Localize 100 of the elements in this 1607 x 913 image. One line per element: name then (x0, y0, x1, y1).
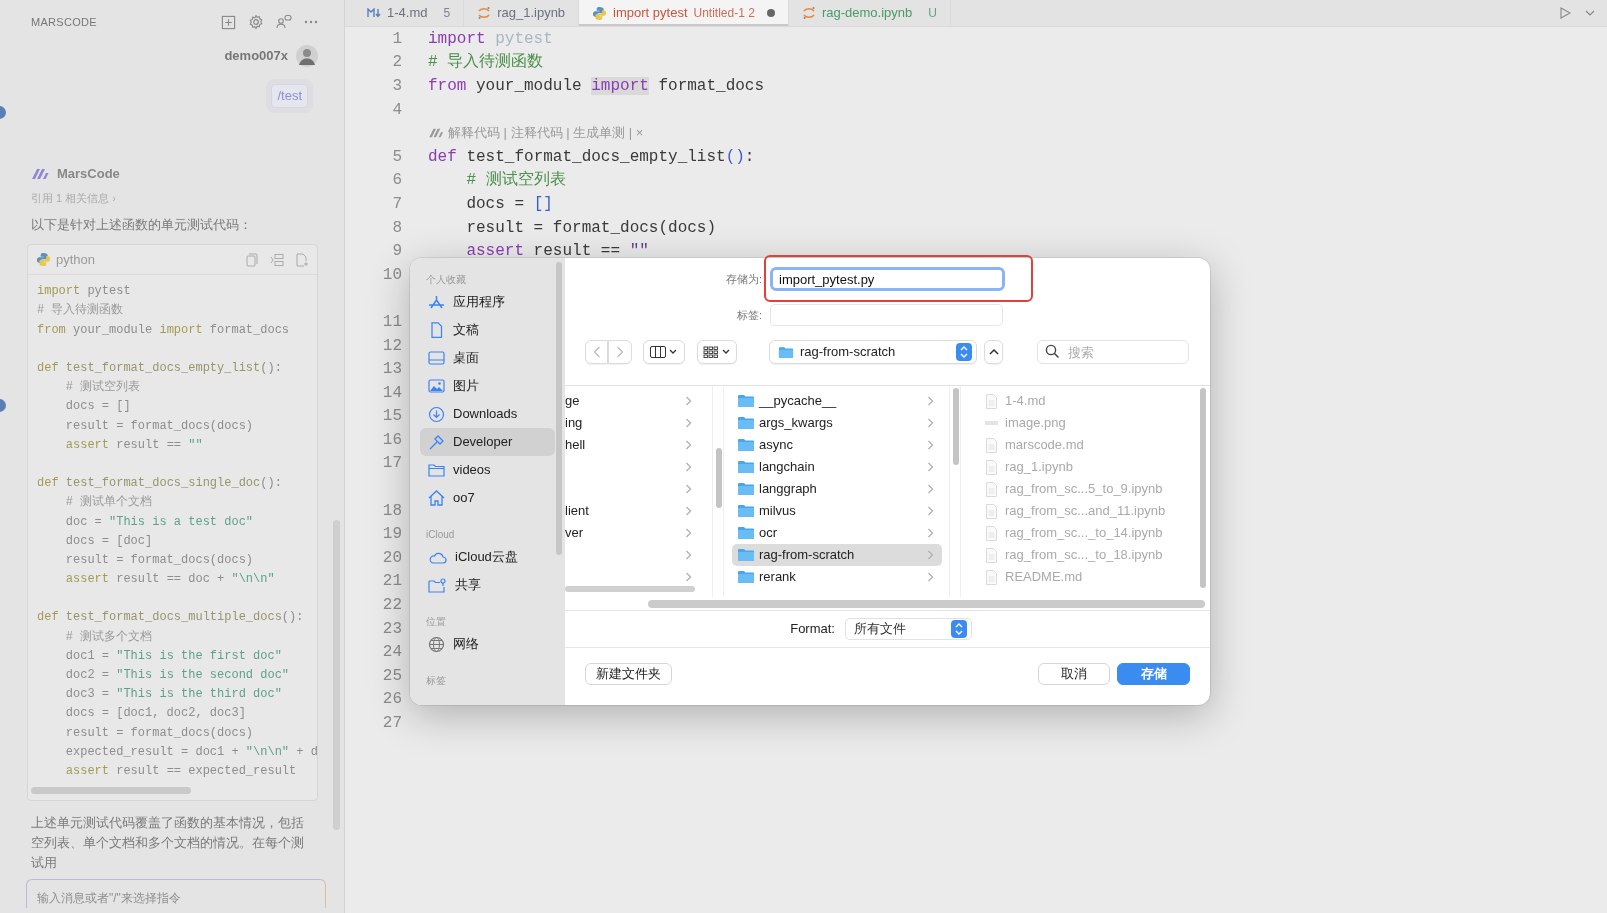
scrollbar-thumb[interactable] (648, 600, 1205, 608)
diff-icon[interactable] (270, 252, 284, 267)
folder-item[interactable]: rerank (732, 566, 942, 588)
folder-item[interactable]: ge (565, 390, 712, 412)
folder-item[interactable]: ver (565, 522, 712, 544)
file-icon (985, 420, 998, 426)
code-line: result = format_docs(docs) (465, 217, 717, 239)
scrollbar-thumb[interactable] (556, 262, 562, 555)
filename-field[interactable]: import_pytest.py (770, 267, 1005, 291)
tab-label: rag_1.ipynb (497, 4, 566, 23)
line-number: 20 (381, 547, 402, 569)
line-number: 27 (381, 713, 402, 734)
file-icon (985, 459, 998, 475)
code-line: doc3 = "This is the third doc" (64, 686, 283, 704)
sidebar-item[interactable]: 桌面 (420, 344, 555, 372)
tab-label: import pytest (613, 4, 688, 23)
field-label: 标签: (735, 307, 762, 323)
folder-item[interactable]: async (732, 434, 942, 456)
chevron-icon[interactable] (1585, 10, 1595, 16)
code-line: def test_format_docs_empty_list(): (428, 146, 755, 168)
folder-item[interactable]: langchain (732, 456, 942, 478)
tab-status: 5 (443, 5, 451, 22)
scrollbar-thumb[interactable] (565, 586, 695, 592)
more-icon[interactable] (304, 20, 318, 24)
folder-item[interactable]: __pycache__ (732, 390, 942, 412)
insert-file-icon[interactable] (296, 252, 309, 267)
play-icon[interactable] (1559, 7, 1571, 19)
chevron-icon (685, 528, 692, 538)
section-heading: 标签 (425, 674, 447, 688)
code-line: # 导入待测函数 (37, 302, 125, 320)
folder-icon (428, 463, 445, 477)
sidebar-item[interactable]: 应用程序 (420, 288, 555, 316)
chevron-up-icon (988, 349, 999, 355)
code-line: def test_format_docs_empty_list(): (37, 360, 283, 377)
hammer-icon (428, 433, 445, 451)
search-icon (1045, 344, 1060, 359)
tags-field[interactable] (770, 304, 1003, 326)
code-line: def test_format_docs_multiple_docs(): (37, 609, 305, 627)
python-icon (36, 252, 51, 268)
python-icon (592, 5, 608, 21)
scrollbar-thumb[interactable] (716, 448, 722, 508)
download-icon (428, 405, 445, 423)
sidebar-item[interactable]: 文稿 (420, 316, 555, 344)
back-button[interactable] (585, 340, 608, 364)
scrollbar-thumb[interactable] (1200, 388, 1206, 588)
folder-item[interactable]: ocr (732, 522, 942, 544)
line-number: 12 (381, 335, 402, 357)
folder-item[interactable]: milvus (732, 500, 942, 522)
sidebar-item[interactable]: 图片 (420, 372, 555, 400)
sidebar-item[interactable]: iCloud云盘 (420, 543, 555, 571)
search-field[interactable]: 搜索 (1037, 340, 1189, 364)
location-label: rag-from-scratch (800, 343, 896, 362)
line-number: 7 (391, 193, 402, 215)
sidebar-item[interactable]: oo7 (420, 484, 555, 512)
chevron-icon (927, 440, 934, 450)
folder-item[interactable]: rag-from-scratch (732, 544, 942, 566)
sidebar-item[interactable]: 共享 (420, 571, 555, 599)
stepper-icon (951, 620, 967, 638)
line-number: 14 (381, 382, 402, 404)
dialog-button[interactable]: 取消 (1038, 663, 1110, 685)
up-button[interactable] (984, 340, 1003, 364)
folder-item[interactable]: args_kwargs (732, 412, 942, 434)
line-number: 15 (381, 406, 402, 428)
stepper-icon (956, 343, 972, 361)
tab-detail: Untitled-1 2 (693, 5, 755, 22)
file-icon (985, 393, 998, 409)
people-icon[interactable] (276, 14, 292, 30)
message-input[interactable]: 输入消息或者"/"来选择指令 (26, 879, 326, 909)
editor-tab[interactable]: 1-4.md 5 (345, 0, 465, 26)
file-icon (985, 503, 998, 519)
sidebar-item[interactable]: Developer (420, 428, 555, 456)
line-number: 8 (391, 217, 402, 239)
sidebar-item[interactable]: Downloads (420, 400, 555, 428)
settings-icon[interactable] (248, 14, 264, 30)
folder-item[interactable]: hell (565, 434, 712, 456)
editor-tab[interactable]: import pytest Untitled-1 2 (579, 0, 789, 26)
copy-icon[interactable] (246, 252, 258, 267)
column-view-button[interactable] (643, 340, 685, 364)
home-icon (428, 490, 445, 506)
line-number: 13 (381, 359, 402, 381)
line-number: 17 (381, 453, 402, 475)
scrollbar-thumb[interactable] (31, 787, 191, 795)
new-chat-icon[interactable] (221, 14, 236, 30)
group-button[interactable] (697, 340, 737, 364)
location-dropdown[interactable]: rag-from-scratch (769, 340, 977, 364)
message-text: 以下是针对上述函数的单元测试代码： (31, 216, 253, 234)
chevron-icon (685, 418, 692, 428)
folder-item[interactable]: lient (565, 500, 712, 522)
code-line: result = format_docs(docs) (64, 551, 255, 569)
folder-item[interactable]: langgraph (732, 478, 942, 500)
sidebar-item[interactable]: 网络 (420, 630, 555, 658)
code-line: doc1 = "This is the first doc" (64, 647, 283, 665)
dialog-button[interactable]: 新建文件夹 (585, 663, 672, 685)
chevron-icon (927, 484, 934, 494)
forward-button[interactable] (608, 340, 632, 364)
scrollbar-thumb[interactable] (953, 388, 959, 465)
line-number: 9 (391, 241, 402, 263)
format-dropdown[interactable]: 所有文件 (845, 618, 972, 640)
folder-item[interactable]: ing (565, 412, 712, 434)
sidebar-item[interactable]: videos (420, 456, 555, 484)
